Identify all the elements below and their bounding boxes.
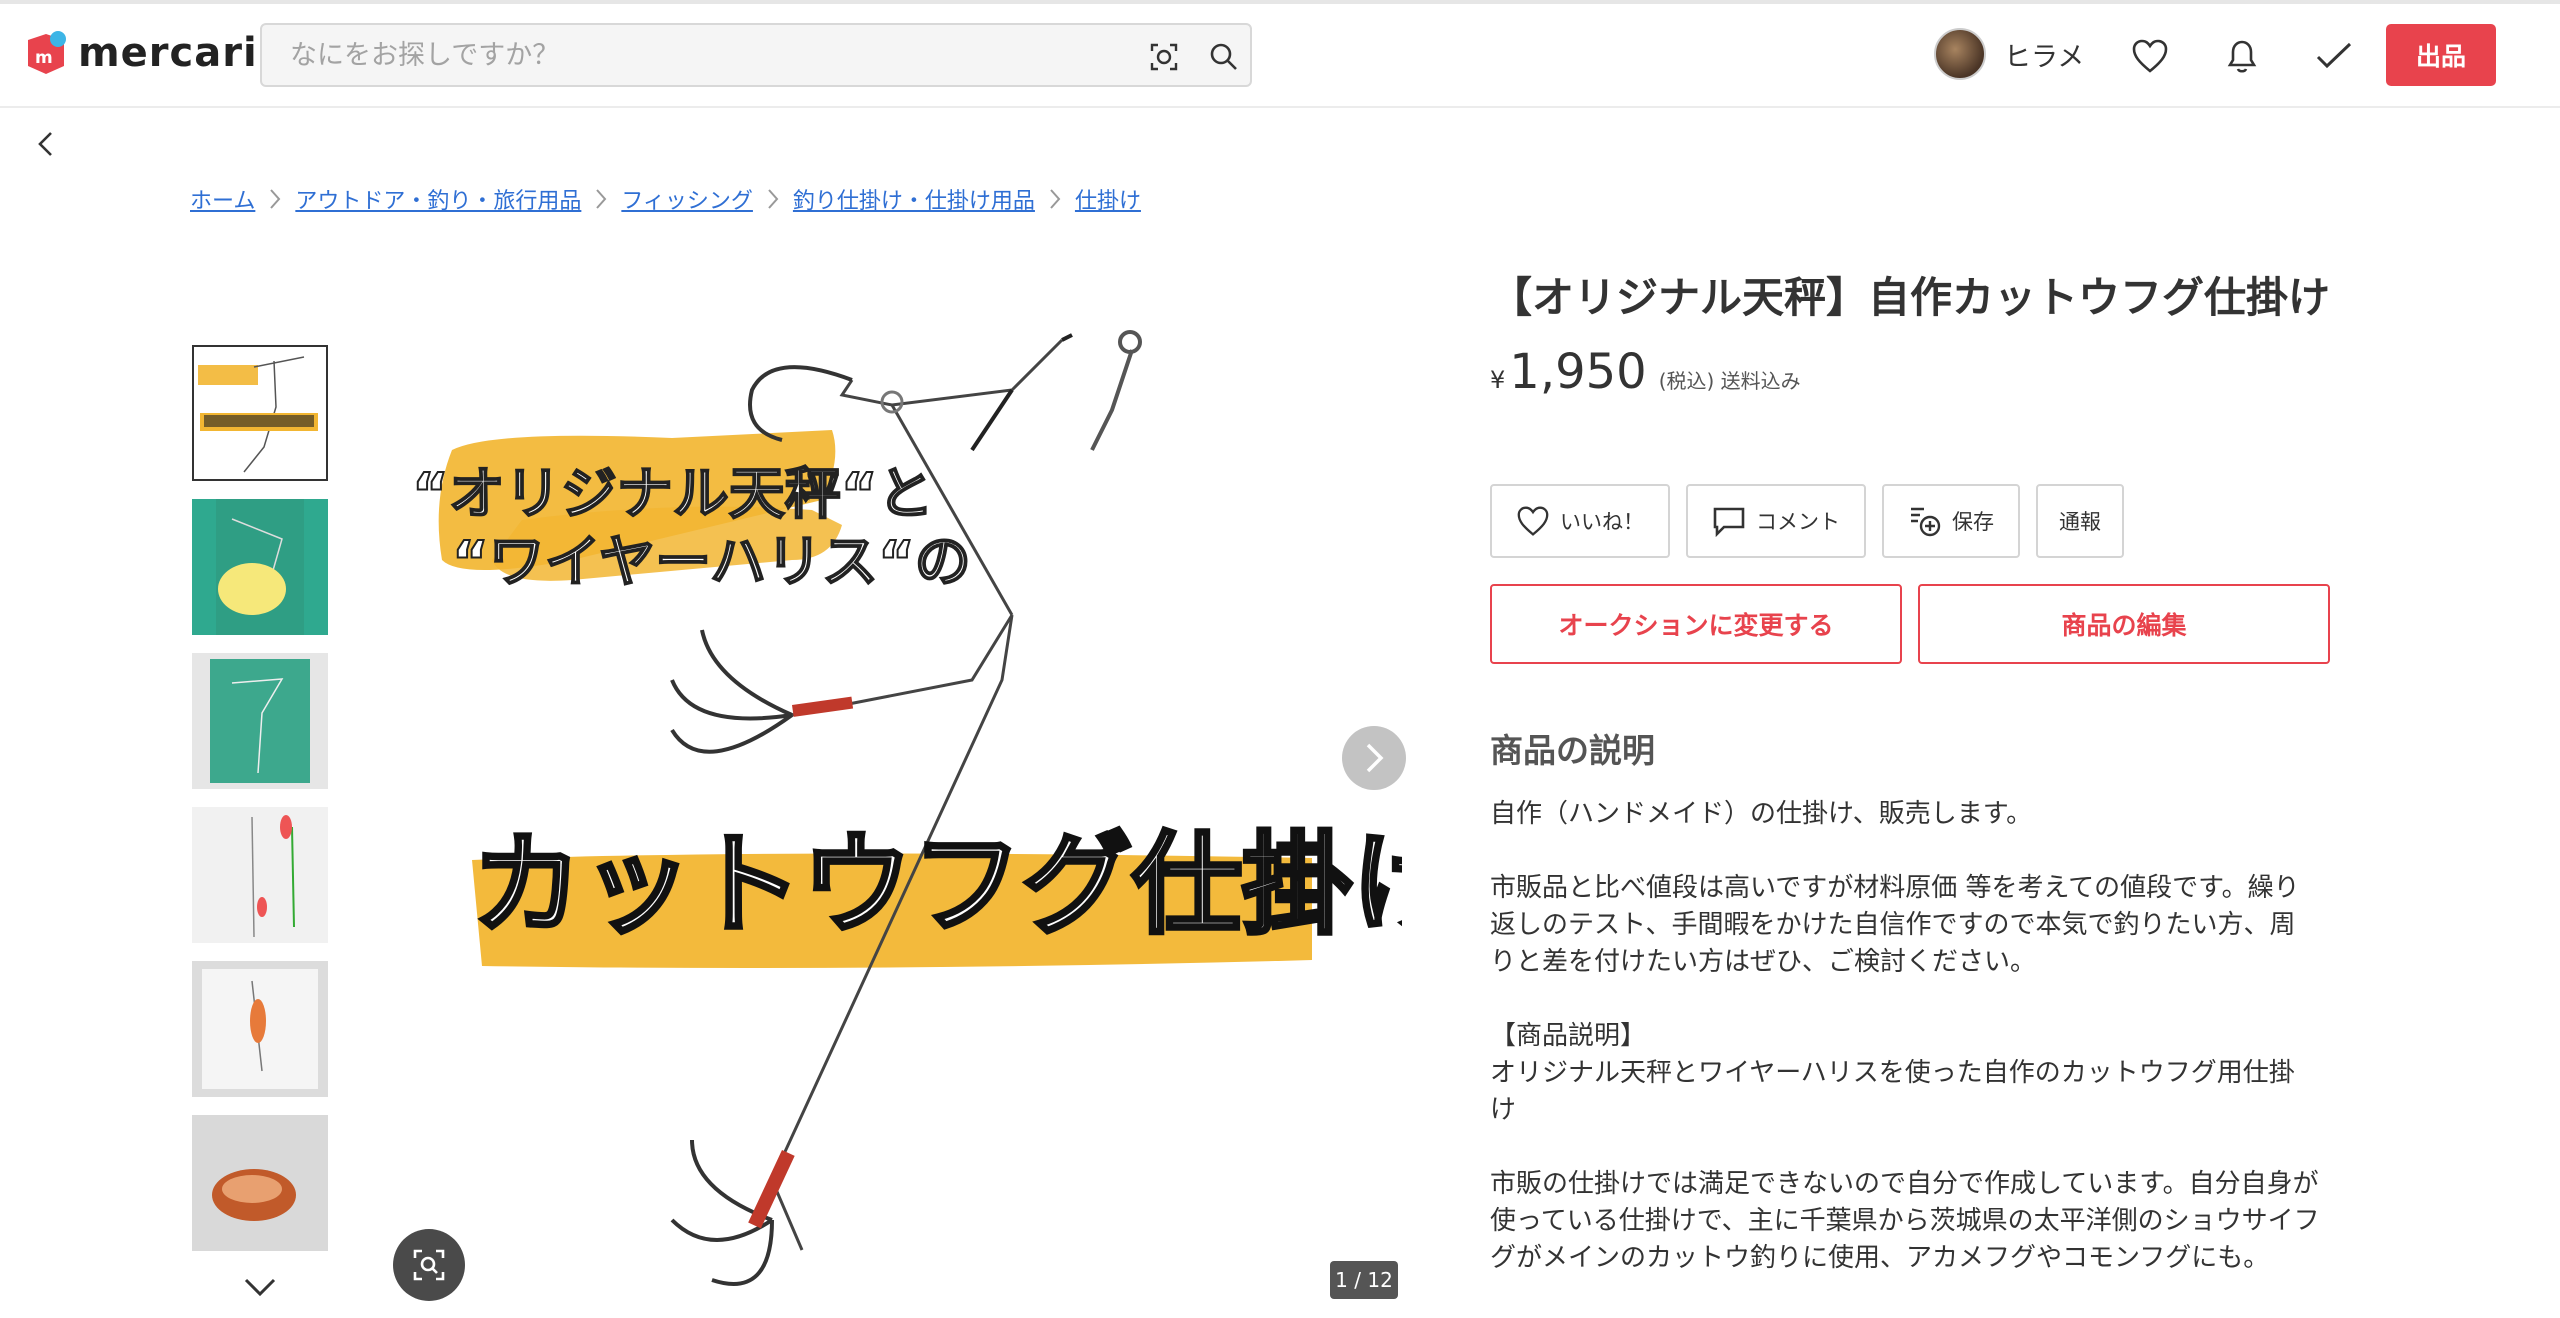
like-button[interactable]: いいね！ [1490,484,1670,558]
check-todo-icon[interactable] [2312,34,2356,78]
thumbnail-3[interactable] [192,653,328,789]
like-label: いいね！ [1560,510,1644,534]
tax-shipping-note: (税込) 送料込み [1658,369,1801,393]
description-paragraph: 【商品説明】 オリジナル天秤とワイヤーハリスを使った自作のカットウフグ用仕掛け [1490,1021,2295,1125]
thumbnail-6[interactable] [192,1115,328,1251]
rig-illustration [438,330,1312,1286]
overlay-caption-title: カットウフグ仕掛け [470,819,1402,951]
chevron-right-icon [1366,743,1384,773]
breadcrumb-fishing[interactable]: フィッシング [621,183,753,215]
mercari-logo[interactable]: m mercari [22,30,258,76]
save-list-icon [1911,507,1941,537]
breadcrumb-outdoor[interactable]: アウトドア・釣り・旅行用品 [295,183,581,215]
next-image-button[interactable] [1342,726,1406,790]
thumbnail-scroll-down-icon[interactable] [240,1272,280,1302]
comment-button[interactable]: コメント [1686,484,1866,558]
chevron-right-icon [753,187,793,211]
product-price: 1,950 [1509,344,1647,400]
description-paragraph: 市販の仕掛けでは満足できないので自分で作成しています。自分自身が使っている仕掛け… [1490,1169,2320,1273]
breadcrumb-rig[interactable]: 仕掛け [1075,183,1141,215]
description-paragraph: 自作（ハンドメイド）の仕掛け、販売します。 [1490,799,2033,829]
search-icon[interactable] [1204,37,1244,77]
main-product-image[interactable]: “オリジナル天秤“と “ワイヤーハリス“の カットウフグ仕掛け [372,260,1402,1318]
heart-icon [1517,506,1549,536]
chevron-right-icon [255,187,295,211]
thumbnail-4[interactable] [192,807,328,943]
thumbnail-list [192,345,330,1269]
breadcrumb-home[interactable]: ホーム [190,183,255,215]
change-to-auction-button[interactable]: オークションに変更する [1490,584,1902,664]
overlay-caption-line1: “オリジナル天秤“と [411,461,935,528]
back-arrow-icon[interactable] [30,128,62,160]
product-info: 【オリジナル天秤】自作カットウフグ仕掛け ¥ 1,950 (税込) 送料込み い… [1490,270,2331,1273]
user-menu[interactable]: ヒラメ [1934,28,2084,80]
top-header: m mercari ヒラメ [0,0,2560,108]
image-counter: 1 / 12 [1330,1261,1398,1299]
action-buttons: いいね！ コメント 保存 通報 [1490,484,2124,558]
price-row: ¥ 1,950 (税込) 送料込み [1490,344,2330,400]
product-title: 【オリジナル天秤】自作カットウフグ仕掛け [1490,273,2331,322]
comment-icon [1713,507,1745,537]
product-description: 自作（ハンドメイド）の仕掛け、販売します。 市販品と比べ値段は高いですが材料原価… [1490,796,2320,1314]
image-zoom-button[interactable] [393,1229,465,1301]
comment-label: コメント [1756,510,1840,534]
svg-text:m: m [35,48,53,68]
search-bar[interactable] [260,23,1252,87]
overlay-caption-line2: “ワイヤーハリス“の [451,529,972,596]
thumbnail-1[interactable] [192,345,328,481]
thumbnail-5[interactable] [192,961,328,1097]
save-label: 保存 [1952,510,1994,534]
search-input[interactable] [290,33,1070,77]
breadcrumb: ホーム アウトドア・釣り・旅行用品 フィッシング 釣り仕掛け・仕掛け用品 仕掛け [190,183,1141,215]
report-button[interactable]: 通報 [2036,484,2124,558]
thumbnail-2[interactable] [192,499,328,635]
edit-product-button[interactable]: 商品の編集 [1918,584,2330,664]
logo-text: mercari [78,30,258,76]
description-heading: 商品の説明 [1490,731,1655,770]
sell-button[interactable]: 出品 [2386,24,2496,86]
save-button[interactable]: 保存 [1882,484,2020,558]
heart-icon[interactable] [2128,34,2172,78]
breadcrumb-tackle[interactable]: 釣り仕掛け・仕掛け用品 [793,183,1035,215]
report-label: 通報 [2059,510,2101,534]
image-search-icon[interactable] [1144,37,1184,77]
avatar[interactable] [1934,28,1986,80]
chevron-right-icon [581,187,621,211]
user-name[interactable]: ヒラメ [2004,35,2084,74]
description-paragraph: 市販品と比べ値段は高いですが材料原価 等を考えての値段です。繰り返しのテスト、手… [1490,873,2300,977]
zoom-search-icon [413,1249,445,1281]
seller-buttons: オークションに変更する 商品の編集 [1490,584,2330,664]
bell-icon[interactable] [2220,34,2264,78]
currency-symbol: ¥ [1490,366,1506,394]
chevron-right-icon [1035,187,1075,211]
mercari-logo-icon: m [22,30,68,76]
